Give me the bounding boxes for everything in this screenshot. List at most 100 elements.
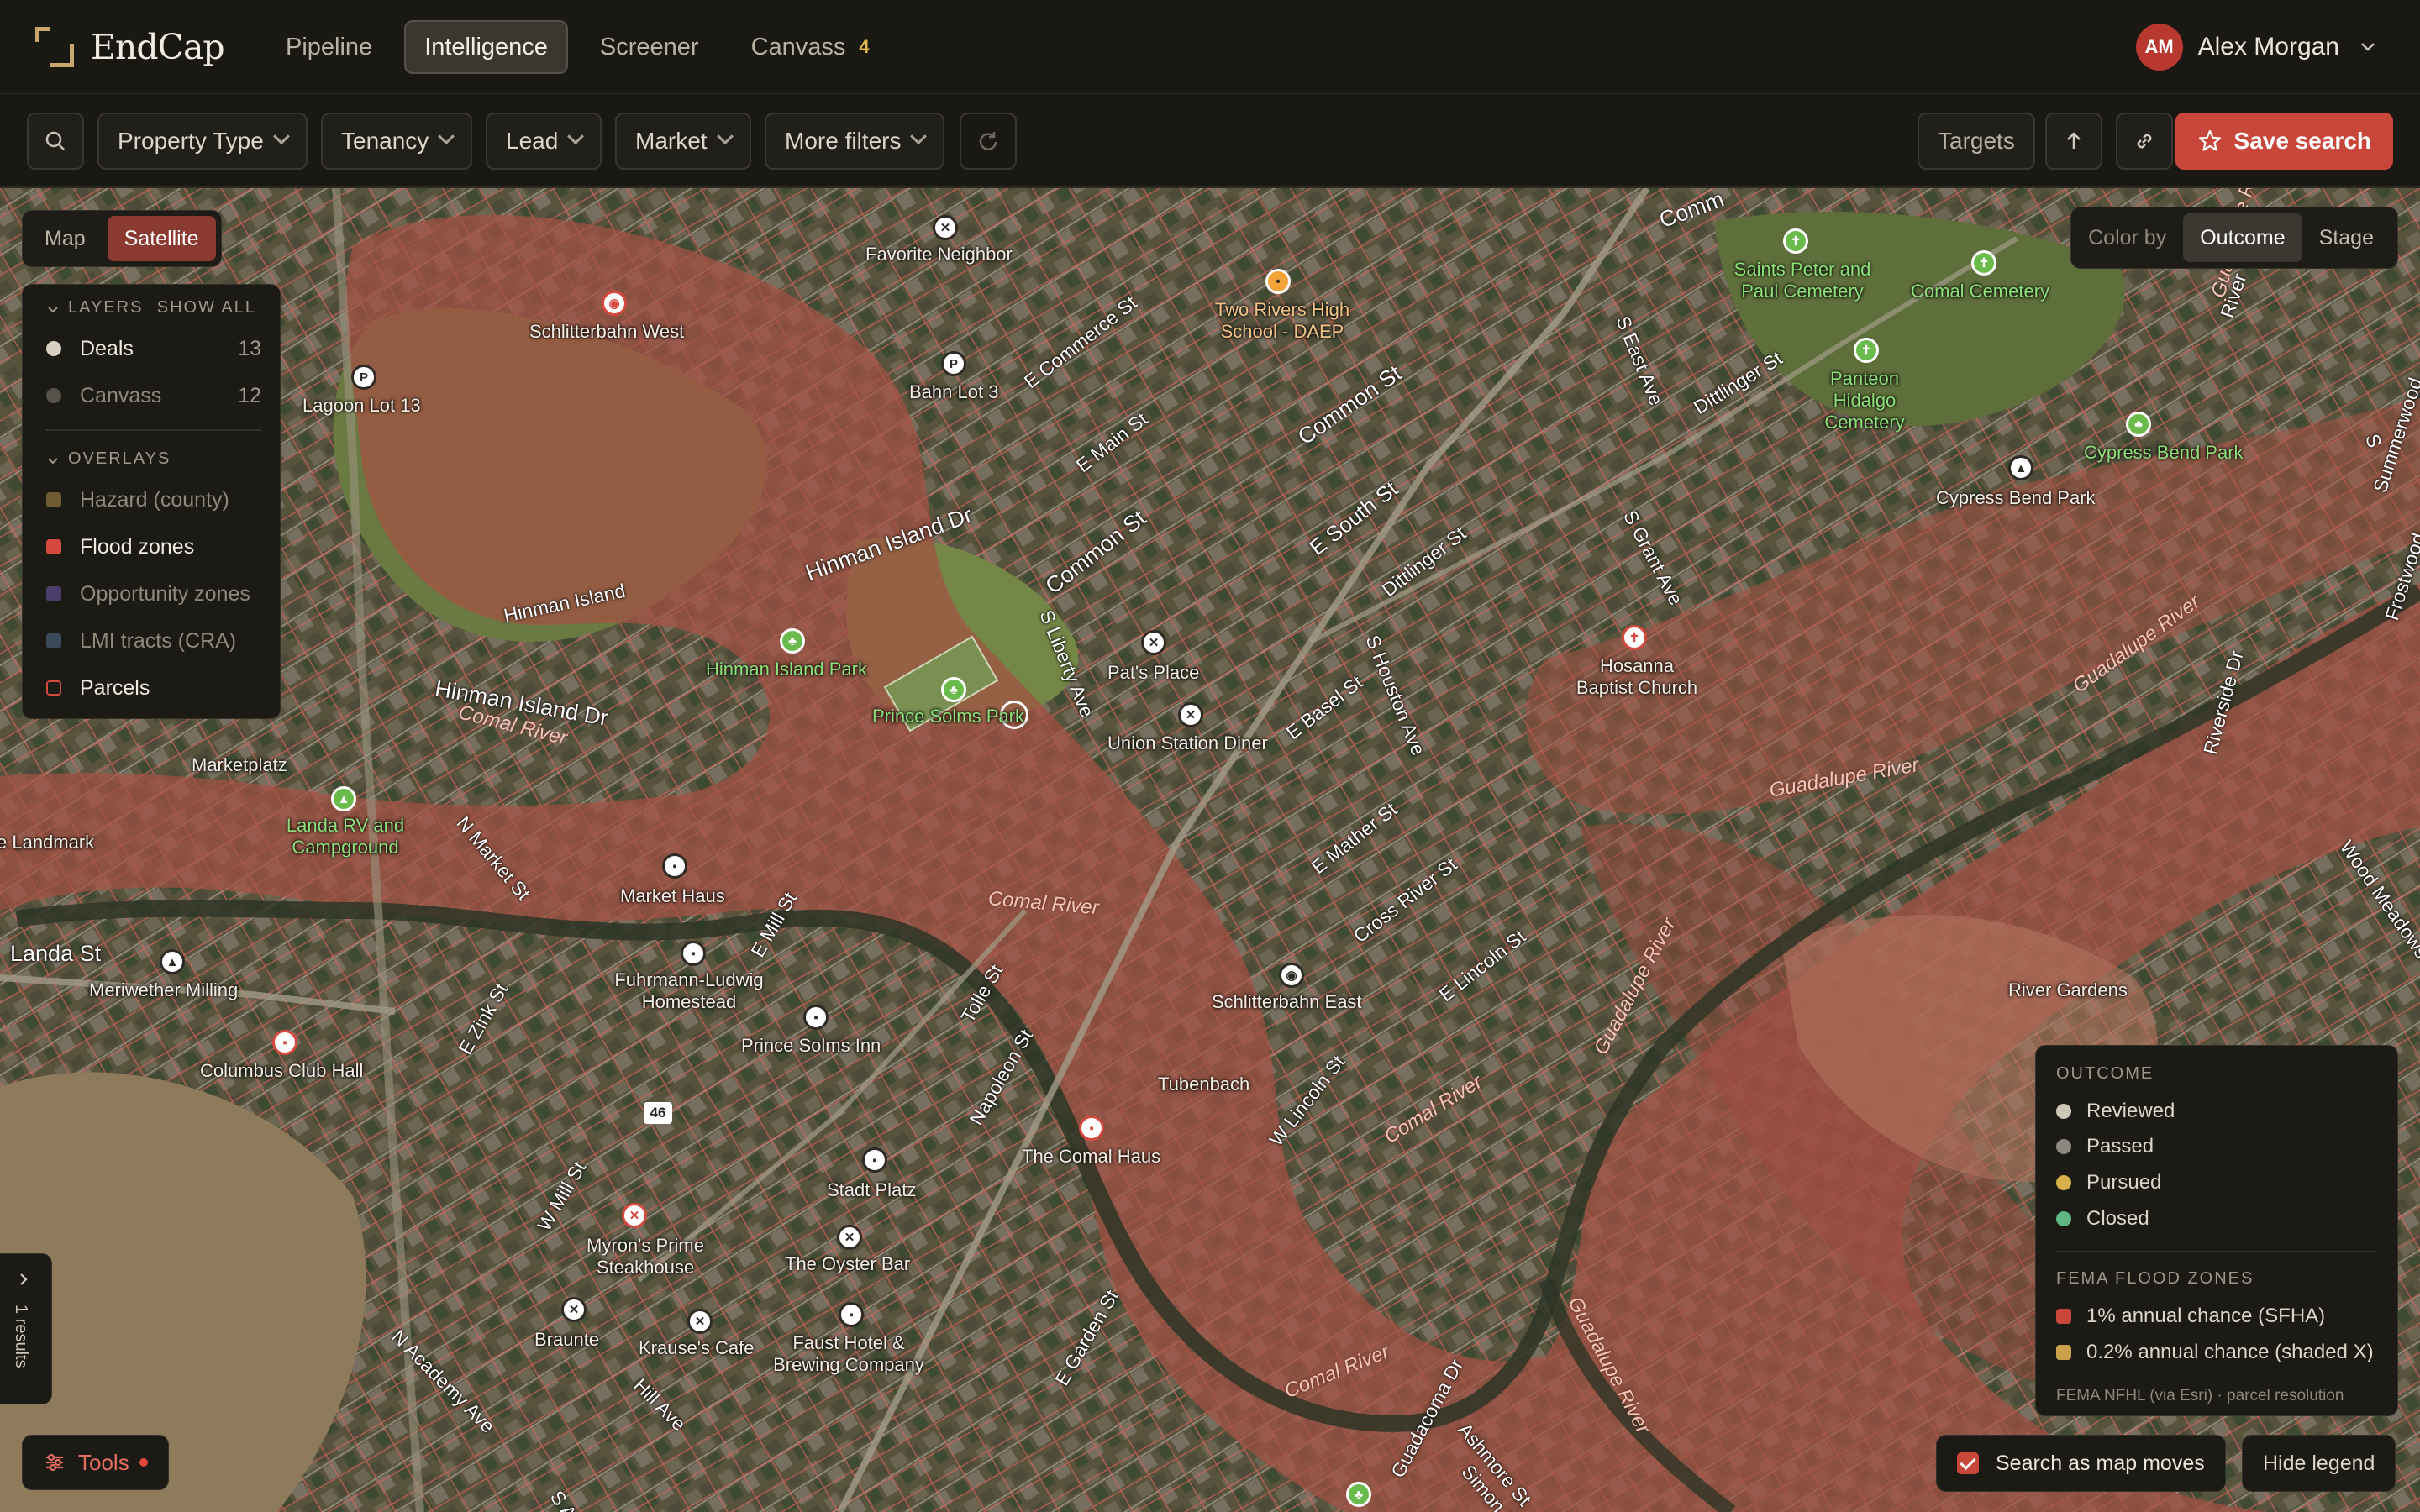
church-pin-icon[interactable]: ✝ <box>1622 625 1647 650</box>
targets-label: Targets <box>1938 128 2015 154</box>
legend-item: 0.2% annual chance (shaded X) <box>2056 1337 2374 1368</box>
street-label: Landa St <box>10 941 102 966</box>
poi-label: Marketplatz <box>192 754 287 775</box>
copy-link-button[interactable] <box>2116 113 2173 170</box>
restaurant-pin-icon[interactable]: ▪ <box>1079 1116 1104 1141</box>
restaurant-pin-icon[interactable]: ✕ <box>1178 702 1203 727</box>
restaurant-pin-icon[interactable]: ✕ <box>1141 630 1166 655</box>
reset-filters-button[interactable] <box>960 113 1017 170</box>
plaza-pin-icon[interactable]: ▪ <box>862 1147 887 1173</box>
chevron-down-icon <box>716 128 734 145</box>
map-view-button[interactable]: Map <box>28 216 103 261</box>
search-as-map-moves-toggle[interactable]: Search as map moves <box>1936 1435 2226 1492</box>
nav-screener[interactable]: Screener <box>580 20 719 74</box>
overlay-toggle-hazard[interactable]: Hazard (county) <box>46 483 261 517</box>
checkbox-checked-icon[interactable] <box>1957 1452 1979 1474</box>
legend-label: 1% annual chance (SFHA) <box>2086 1305 2326 1327</box>
more-filters-button[interactable]: More filters <box>765 113 945 170</box>
satellite-view-button[interactable]: Satellite <box>107 216 216 261</box>
reset-icon <box>979 132 997 150</box>
show-all-link[interactable]: SHOW ALL <box>157 298 256 318</box>
color-by-stage-button[interactable]: Stage <box>2302 213 2391 262</box>
color-by-outcome-button[interactable]: Outcome <box>2183 213 2302 262</box>
school-pin-icon[interactable]: • <box>1265 269 1291 294</box>
hazard-swatch <box>46 492 61 507</box>
restaurant-pin-icon[interactable]: ✕ <box>622 1203 647 1228</box>
layer-toggle-canvass[interactable]: Canvass 12 <box>46 379 261 412</box>
search-icon <box>45 131 65 150</box>
overlay-toggle-lmi[interactable]: LMI tracts (CRA) <box>46 624 261 658</box>
property-type-filter[interactable]: Property Type <box>97 113 308 170</box>
hide-legend-button[interactable]: Hide legend <box>2242 1435 2396 1492</box>
layer-label: Deals <box>80 336 134 360</box>
poi-label: Pat's Place <box>1107 662 1200 683</box>
user-menu[interactable]: AM Alex Morgan <box>2135 24 2378 71</box>
search-button[interactable] <box>27 113 84 170</box>
landmark-pin-icon[interactable]: ▪ <box>681 941 706 966</box>
overlay-label: Opportunity zones <box>80 581 250 606</box>
hotel-pin-icon[interactable]: ▪ <box>839 1302 864 1327</box>
hotel-pin-icon[interactable]: ▪ <box>803 1005 829 1030</box>
user-name: Alex Morgan <box>2197 33 2339 60</box>
restaurant-pin-icon[interactable]: ✕ <box>933 215 958 240</box>
campground-pin-icon[interactable]: ▲ <box>331 786 356 811</box>
nav-pipeline[interactable]: Pipeline <box>266 20 392 74</box>
parking-pin-icon[interactable]: P <box>941 351 966 376</box>
poi-label: Hosanna Baptist Church <box>1576 655 1698 698</box>
hall-pin-icon[interactable]: ▪ <box>272 1030 297 1055</box>
chevron-down-icon[interactable] <box>46 303 60 317</box>
chevron-right-icon <box>20 1273 28 1285</box>
chevron-down-icon <box>438 128 455 145</box>
restaurant-pin-icon[interactable]: ✕ <box>561 1297 587 1322</box>
nav-canvass[interactable]: Canvass 4 <box>731 20 890 74</box>
results-drawer-tab[interactable]: 1 results <box>0 1253 52 1404</box>
chevron-down-icon[interactable] <box>46 454 60 468</box>
avatar: AM <box>2135 24 2183 71</box>
layer-count: 13 <box>238 336 261 360</box>
targets-button[interactable]: Targets <box>1918 113 2035 170</box>
park-pin-icon[interactable]: ♣ <box>1346 1482 1371 1507</box>
tools-status-dot <box>139 1458 148 1467</box>
parking-pin-icon[interactable]: P <box>351 365 376 390</box>
attraction-pin-icon[interactable]: ◉ <box>602 291 627 316</box>
tenancy-filter[interactable]: Tenancy <box>321 113 473 170</box>
shop-pin-icon[interactable]: ▪ <box>662 853 687 879</box>
park-pin-icon[interactable]: ♣ <box>2126 412 2151 437</box>
poi-label: The Comal Haus <box>1022 1146 1161 1167</box>
legend-swatch <box>2056 1104 2071 1119</box>
divider <box>46 429 261 431</box>
legend-item: 1% annual chance (SFHA) <box>2056 1301 2325 1331</box>
map-legend: OUTCOME Reviewed Passed Pursued Closed F… <box>2035 1045 2398 1416</box>
parcels-swatch <box>46 680 61 696</box>
restaurant-pin-icon[interactable]: ✕ <box>837 1225 862 1250</box>
attraction-pin-icon[interactable]: ◉ <box>1279 963 1304 988</box>
legend-item: Passed <box>2056 1131 2154 1162</box>
poi-label: The Oyster Bar <box>785 1253 911 1274</box>
legend-swatch <box>2056 1139 2071 1154</box>
upload-button[interactable] <box>2045 113 2102 170</box>
canvass-swatch <box>46 388 61 403</box>
color-by-label: Color by <box>2088 225 2167 249</box>
landmark-pin-icon[interactable]: ▲ <box>2008 455 2033 480</box>
overlay-toggle-opportunity[interactable]: Opportunity zones <box>46 577 261 611</box>
tools-button[interactable]: Tools <box>22 1435 169 1490</box>
poi-label: Columbus Club Hall <box>200 1060 364 1081</box>
overlays-heading: OVERLAYS <box>68 449 171 468</box>
park-pin-icon[interactable]: ♣ <box>780 628 805 654</box>
landmark-pin-icon[interactable]: ▲ <box>160 949 185 974</box>
overlay-toggle-parcels[interactable]: Parcels <box>46 671 261 705</box>
overlay-toggle-flood[interactable]: Flood zones <box>46 530 261 564</box>
cemetery-pin-icon[interactable]: ✝ <box>1783 228 1808 254</box>
cemetery-pin-icon[interactable]: ✝ <box>1971 250 1996 276</box>
brand-logo[interactable]: EndCap <box>35 25 225 69</box>
save-search-button[interactable]: Save search <box>2175 113 2393 170</box>
park-pin-icon[interactable]: ♣ <box>941 677 966 702</box>
cafe-pin-icon[interactable]: ✕ <box>687 1309 713 1334</box>
market-filter[interactable]: Market <box>615 113 751 170</box>
lead-filter[interactable]: Lead <box>486 113 602 170</box>
layer-toggle-deals[interactable]: Deals 13 <box>46 332 261 365</box>
poi-label: Myron's Prime Steakhouse <box>587 1235 704 1278</box>
nav-intelligence[interactable]: Intelligence <box>404 20 568 74</box>
cemetery-pin-icon[interactable]: ✝ <box>1854 338 1879 363</box>
overlay-label: Flood zones <box>80 534 195 559</box>
